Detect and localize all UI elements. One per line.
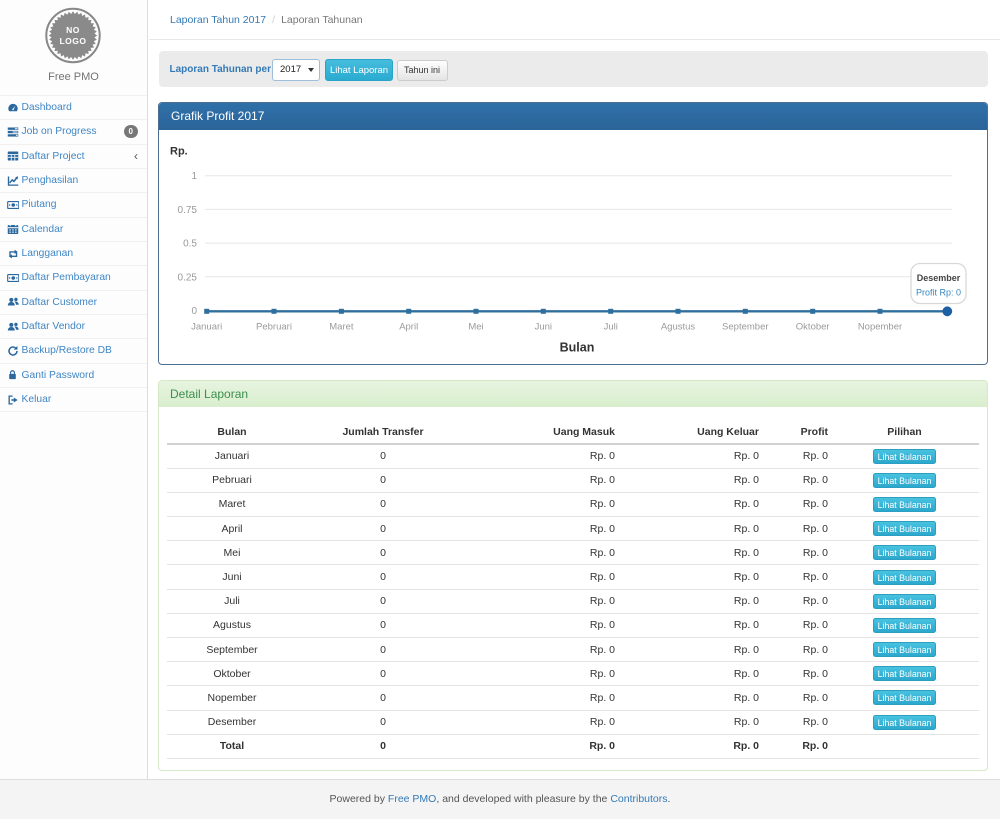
svg-text:Profit Rp: 0: Profit Rp: 0 <box>916 288 961 298</box>
svg-text:LOGO: LOGO <box>59 36 86 46</box>
svg-text:0.75: 0.75 <box>178 205 198 216</box>
svg-text:Januari: Januari <box>191 322 222 333</box>
svg-text:Rp.: Rp. <box>170 146 188 158</box>
svg-text:September: September <box>722 322 768 333</box>
svg-text:0.25: 0.25 <box>178 272 198 283</box>
svg-text:Nopember: Nopember <box>858 322 902 333</box>
svg-text:Agustus: Agustus <box>661 322 696 333</box>
svg-text:Juni: Juni <box>535 322 552 333</box>
svg-text:Desember: Desember <box>917 273 961 283</box>
svg-text:Bulan: Bulan <box>560 341 595 355</box>
svg-text:Pebruari: Pebruari <box>256 322 292 333</box>
svg-text:Maret: Maret <box>329 322 354 333</box>
svg-text:Oktober: Oktober <box>796 322 830 333</box>
svg-text:1: 1 <box>191 171 197 182</box>
svg-text:April: April <box>399 322 418 333</box>
svg-text:0: 0 <box>191 306 197 317</box>
svg-text:NO: NO <box>66 25 80 35</box>
svg-text:Mei: Mei <box>468 322 483 333</box>
svg-text:0.5: 0.5 <box>183 239 197 250</box>
svg-text:Juli: Juli <box>604 322 618 333</box>
